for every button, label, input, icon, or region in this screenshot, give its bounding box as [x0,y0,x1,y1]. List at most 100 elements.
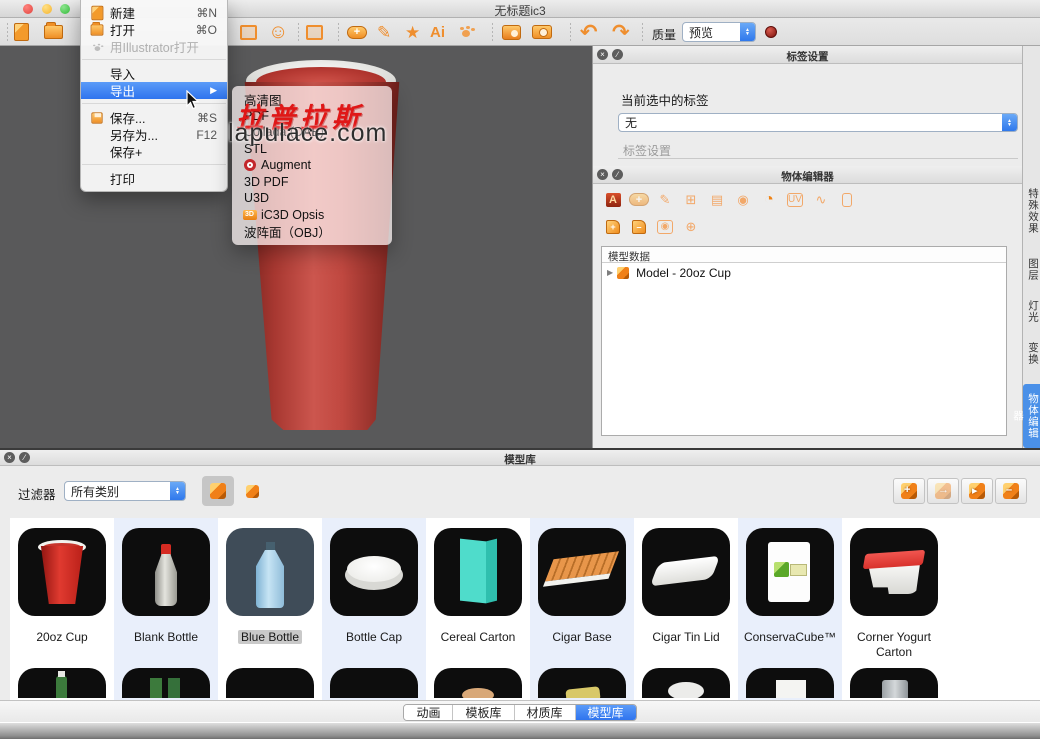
library-cell[interactable]: Cigar Tin Lid [634,518,738,702]
scene-view-button[interactable] [240,21,257,43]
library-cell[interactable]: Cigar Base [530,518,634,702]
tag-icon: + [629,193,649,206]
side-tab-special-effects[interactable]: 特殊效果 [1023,188,1040,234]
library-cell[interactable]: ConservaCube™ [738,518,842,702]
edit-button[interactable]: ✎ [655,191,675,208]
layers-button[interactable]: ▤ [707,191,727,208]
menu-item-save[interactable]: 保存... ⌘S [81,109,227,126]
current-label-select[interactable]: 无 ▲▼ [618,113,1018,132]
menu-item-save-plus[interactable]: 保存+ [81,143,227,160]
library-cell-selected[interactable]: Blue Bottle [218,518,322,702]
tab-material-library[interactable]: 材质库 [515,705,576,720]
menu-item-new[interactable]: 新建 ⌘N [81,4,227,21]
remove-model-button[interactable]: – [995,478,1027,504]
tab-model-library[interactable]: 模型库 [576,705,636,720]
side-tab-layers[interactable]: 图层 [1023,258,1040,281]
library-cell[interactable]: 20oz Cup [10,518,114,702]
thumbnail-bottle-cap[interactable] [330,528,418,616]
menu-item-import[interactable]: 导入 [81,65,227,82]
submenu-item-augment[interactable]: Augment [232,157,392,174]
redo-button[interactable]: ↷ [612,21,630,43]
undo-button[interactable]: ↶ [580,21,598,43]
spheres-button[interactable]: ◉ [733,191,753,208]
tab-template-library[interactable]: 模板库 [453,705,514,720]
draw-shape-button[interactable]: ✎ [377,21,391,43]
green-cube-shape [774,562,789,577]
label-settings-section: 标签设置 [623,142,671,159]
filter-label: 过滤器 [18,484,56,503]
new-file-button[interactable] [14,21,29,43]
submenu-item-u3d[interactable]: U3D [232,190,392,207]
quality-select[interactable]: 预览 ▲▼ [682,22,756,42]
export-model-button[interactable]: ▸ [961,478,993,504]
cup-body-shape [40,546,84,604]
thumbnail-partial[interactable] [122,668,210,698]
submenu-item-3d-pdf[interactable]: 3D PDF [232,174,392,191]
thumbnail-conservacube[interactable] [746,528,834,616]
thumbnail-partial[interactable] [18,668,106,698]
label-edit-button[interactable]: A [603,191,623,208]
thumbnail-blue-bottle[interactable] [226,528,314,616]
view-models-toggle[interactable] [202,476,234,506]
environment-button[interactable]: ☺ [268,21,288,43]
thumbnail-blank-bottle[interactable] [122,528,210,616]
library-cell[interactable]: Cereal Carton [426,518,530,702]
thumbnail-cereal-carton[interactable] [434,528,522,616]
import-model-button[interactable]: → [927,478,959,504]
menu-item-open-with-illustrator: 用Illustrator打开 [81,38,227,55]
selection-frame-button[interactable] [306,21,323,43]
thumbnail-partial[interactable] [850,668,938,698]
snapshot-button[interactable] [532,21,552,43]
library-cell[interactable]: Corner Yogurt Carton [842,518,946,702]
curve-button[interactable]: ∿ [811,191,831,208]
library-cell[interactable]: Bottle Cap [322,518,426,702]
tab-animation[interactable]: 动画 [404,705,453,720]
menu-item-export[interactable]: 导出 ▶ [81,82,227,99]
thumbnail-partial[interactable] [642,668,730,698]
thumbnail-partial[interactable] [746,668,834,698]
visibility-button[interactable]: ◉ [655,218,675,235]
illustrator-button[interactable]: Ai [430,21,445,43]
cube-export-icon: ▸ [969,483,985,499]
cube-icon [246,485,259,498]
add-group-button[interactable]: + [603,218,623,235]
uv-map-button[interactable]: UV [785,191,805,208]
add-model-button[interactable]: + [893,478,925,504]
material-sphere-button[interactable]: ◔ [759,191,779,208]
thumbnail-partial[interactable] [330,668,418,698]
side-tab-object-editor[interactable]: 物体编辑器 [1023,384,1040,448]
add-box-button[interactable]: ⊞ [681,191,701,208]
side-tab-lights[interactable]: 灯光 [1023,300,1040,323]
side-tab-transform[interactable]: 变换 [1023,342,1040,365]
thumbnail-corner-yogurt-carton[interactable] [850,528,938,616]
library-cell[interactable]: Blank Bottle [114,518,218,702]
tag-button[interactable]: + [629,191,649,208]
image-button[interactable] [502,21,521,43]
model-tree-item[interactable]: ▶ Model - 20oz Cup [602,263,1006,282]
cube-arrow-icon: → [935,483,951,499]
thumbnail-partial[interactable] [226,668,314,698]
remove-group-button[interactable]: – [629,218,649,235]
disclosure-triangle-icon[interactable]: ▶ [607,268,613,277]
open-file-button[interactable] [44,21,63,43]
thumbnail-cigar-tin-lid[interactable] [642,528,730,616]
menu-item-save-as[interactable]: 另存为... F12 [81,126,227,143]
paw-tool-button[interactable] [458,21,474,43]
thumbnail-cigar-base[interactable] [538,528,626,616]
menu-item-print[interactable]: 打印 [81,170,227,187]
augment-icon [242,159,257,172]
submenu-item-obj[interactable]: 波阵面（OBJ） [232,223,392,240]
effects-button[interactable]: ★ [405,21,420,43]
record-button[interactable] [765,26,777,38]
menu-item-open[interactable]: 打开 ⌘O [81,21,227,38]
thumbnail-partial[interactable] [434,668,522,698]
add-label-button[interactable]: + [347,21,367,43]
thumbnail-20oz-cup[interactable] [18,528,106,616]
filter-select[interactable]: 所有类别 ▲▼ [64,481,186,501]
submenu-item-ic3d-opsis[interactable]: 3D iC3D Opsis [232,207,392,224]
cube-minus-icon: – [1003,483,1019,499]
thumbnail-partial[interactable] [538,668,626,698]
view-groups-toggle[interactable] [240,480,264,502]
pin-button[interactable]: ⊕ [681,218,701,235]
delete-button[interactable] [837,191,857,208]
